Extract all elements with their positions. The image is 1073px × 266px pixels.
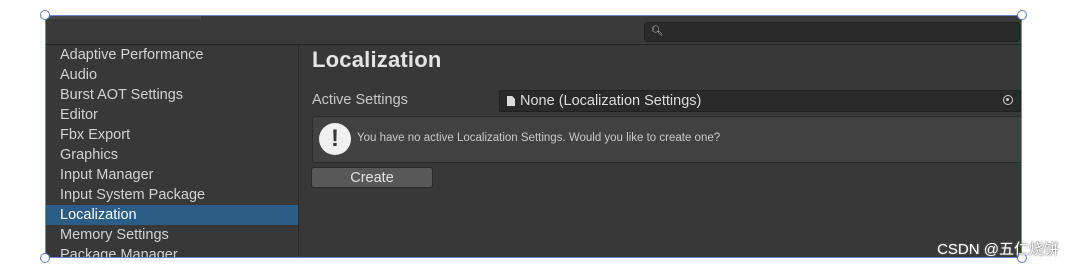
sidebar-item-graphics[interactable]: Graphics — [46, 145, 298, 165]
object-picker-icon[interactable] — [1003, 95, 1013, 105]
active-settings-label: Active Settings — [312, 92, 408, 108]
sidebar-item-localization[interactable]: Localization — [46, 205, 298, 225]
page-title: Localization — [312, 47, 442, 72]
resize-handle-top-left[interactable] — [40, 10, 50, 20]
watermark: CSDN @五仁烧饼 — [937, 241, 1059, 258]
settings-sidebar: Adaptive Performance Audio Burst AOT Set… — [46, 45, 299, 258]
sidebar-item-input-manager[interactable]: Input Manager — [46, 165, 298, 185]
sidebar-item-audio[interactable]: Audio — [46, 65, 298, 85]
help-box: ! You have no active Localization Settin… — [312, 116, 1022, 163]
create-button[interactable]: Create — [311, 167, 433, 188]
active-settings-value: None (Localization Settings) — [520, 93, 702, 109]
resize-handle-bottom-left[interactable] — [40, 253, 50, 263]
sidebar-item-burst-aot-settings[interactable]: Burst AOT Settings — [46, 85, 298, 105]
sidebar-item-input-system-package[interactable]: Input System Package — [46, 185, 298, 205]
info-exclamation-icon: ! — [319, 123, 351, 155]
settings-panel: Localization Active Settings None (Local… — [299, 45, 1022, 258]
sidebar-item-editor[interactable]: Editor — [46, 105, 298, 125]
project-settings-window: 🔍︎ Adaptive Performance Audio Burst AOT … — [46, 15, 1022, 258]
toolbar: 🔍︎ — [46, 15, 1022, 45]
sidebar-item-package-manager[interactable]: Package Manager — [46, 245, 298, 258]
resize-handle-top-right[interactable] — [1017, 10, 1027, 20]
window-tab[interactable] — [46, 15, 201, 19]
search-input[interactable]: 🔍︎ — [644, 22, 1020, 42]
sidebar-item-memory-settings[interactable]: Memory Settings — [46, 225, 298, 245]
search-icon: 🔍︎ — [651, 26, 664, 37]
sidebar-item-fbx-export[interactable]: Fbx Export — [46, 125, 298, 145]
help-message: You have no active Localization Settings… — [357, 132, 721, 144]
document-icon — [507, 96, 515, 106]
active-settings-field[interactable]: None (Localization Settings) — [499, 90, 1021, 112]
sidebar-item-adaptive-performance[interactable]: Adaptive Performance — [46, 45, 298, 65]
